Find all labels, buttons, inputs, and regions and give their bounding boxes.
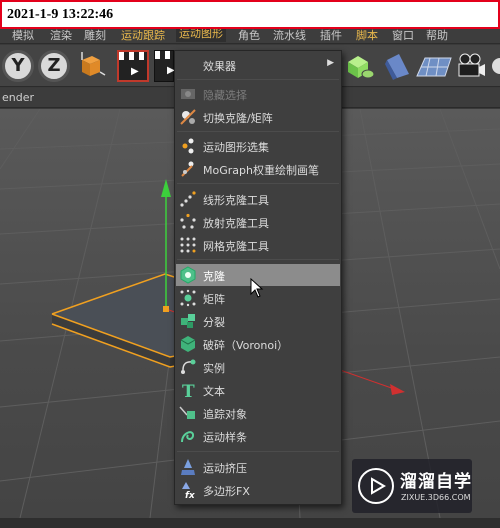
watermark-logo-icon (358, 468, 394, 504)
menu-item-label: 运动样条 (203, 431, 247, 444)
menu-separator (177, 183, 339, 184)
mouse-cursor-icon (250, 278, 264, 298)
menu-item-label: 追踪对象 (203, 408, 247, 421)
menu-item-instance[interactable]: 实例 (176, 356, 340, 378)
menu-plugins[interactable]: 插件 (320, 27, 342, 43)
cube-icon (348, 56, 375, 79)
render-picture-button[interactable] (154, 50, 175, 82)
menu-item-tracer[interactable]: 追踪对象 (176, 402, 340, 424)
timestamp-banner: 2021-1-9 13:22:46 (0, 0, 500, 29)
menu-separator (177, 79, 339, 80)
extrude-icon (179, 458, 197, 476)
menu-item-mospline[interactable]: 运动样条 (176, 425, 340, 447)
menu-item-fracture[interactable]: 分裂 (176, 310, 340, 332)
add-spline-button[interactable] (381, 50, 413, 82)
timeline-strip[interactable] (0, 518, 500, 528)
menu-window[interactable]: 窗口 (392, 27, 414, 43)
add-floor-button[interactable] (415, 50, 453, 82)
menu-item-label: 网格克隆工具 (203, 240, 269, 253)
add-light-button[interactable] (490, 50, 500, 82)
menu-item-label: 克隆 (203, 270, 225, 283)
menu-simulate[interactable]: 模拟 (12, 27, 34, 43)
menu-script[interactable]: 脚本 (356, 27, 378, 43)
watermark: 溜溜自学 ZIXUE.3D66.COM (352, 459, 472, 513)
matrix-icon (179, 289, 197, 307)
polyfx-icon: fx (179, 481, 197, 501)
weight-brush-icon (179, 160, 197, 178)
add-object-button[interactable] (344, 50, 376, 82)
voronoi-icon (179, 335, 197, 353)
menu-separator (177, 259, 339, 260)
menu-separator (177, 131, 339, 132)
z-axis-lock-button[interactable]: Z (38, 50, 70, 82)
y-axis-lock-button[interactable]: Y (2, 50, 34, 82)
menu-item-polyfx[interactable]: fx 多边形FX (176, 479, 340, 501)
menu-item-radial-clone-tool[interactable]: 放射克隆工具 (176, 211, 340, 233)
svg-text:T: T (182, 382, 195, 399)
svg-text:fx: fx (185, 491, 196, 499)
viewport-renderer-label[interactable]: ender (2, 91, 34, 104)
menu-item-toggle-clone-matrix[interactable]: 切换克隆/矩阵 (176, 106, 340, 128)
floor-grid-icon (416, 57, 452, 77)
menu-item-voronoi-fracture[interactable]: 破碎（Voronoi） (176, 333, 340, 355)
submenu-arrow-icon: ▶ (327, 58, 334, 68)
text-icon: T (179, 381, 197, 402)
menu-item-label: 文本 (203, 385, 225, 398)
grid-clone-icon (179, 236, 197, 254)
x-axis-arrow-icon (390, 384, 405, 395)
object-pivot[interactable] (163, 306, 169, 312)
menu-item-label: 分裂 (203, 316, 225, 329)
fracture-icon (179, 312, 197, 330)
menu-item-label: 运动图形选集 (203, 141, 269, 154)
cloner-icon (179, 266, 197, 284)
y-axis-arrow-icon (161, 179, 171, 197)
mograph-selection-icon (179, 137, 197, 155)
menu-item-effectors[interactable]: 效果器 ▶ (176, 54, 340, 76)
menu-item-weight-paint-brush[interactable]: MoGraph权重绘制画笔 (176, 158, 340, 180)
pen-icon (385, 54, 409, 80)
menu-sculpt[interactable]: 雕刻 (84, 27, 106, 43)
menu-item-label: 破碎（Voronoi） (203, 339, 289, 352)
menu-item-linear-clone-tool[interactable]: 线形克隆工具 (176, 188, 340, 210)
timestamp-text: 2021-1-9 13:22:46 (7, 7, 114, 22)
instance-icon (179, 358, 197, 376)
menu-item-label: 实例 (203, 362, 225, 375)
menu-item-label: 隐藏选择 (203, 89, 247, 102)
menu-pipeline[interactable]: 流水线 (273, 27, 306, 43)
hide-selection-icon (179, 85, 197, 103)
menu-render[interactable]: 渲染 (50, 27, 72, 43)
watermark-title: 溜溜自学 (400, 472, 472, 492)
menu-item-label: 线形克隆工具 (203, 194, 269, 207)
menu-item-label: MoGraph权重绘制画笔 (203, 164, 319, 177)
tracer-icon (179, 404, 197, 422)
menu-separator (177, 451, 339, 452)
menu-item-label: 矩阵 (203, 293, 225, 306)
mospline-icon (179, 427, 197, 445)
menu-item-grid-clone-tool[interactable]: 网格克隆工具 (176, 234, 340, 256)
menu-item-moextrude[interactable]: 运动挤压 (176, 456, 340, 478)
menu-item-label: 效果器 (203, 60, 236, 73)
radial-clone-icon (179, 213, 197, 231)
menu-item-label: 多边形FX (203, 485, 250, 498)
menu-character[interactable]: 角色 (238, 27, 260, 43)
menu-item-label: 放射克隆工具 (203, 217, 269, 230)
render-view-button[interactable] (117, 50, 149, 82)
menu-item-label: 切换克隆/矩阵 (203, 112, 273, 125)
toggle-clone-icon (179, 108, 197, 126)
linear-clone-icon (179, 190, 197, 208)
cube-axis-icon (81, 52, 106, 76)
light-icon (492, 58, 500, 74)
watermark-url: ZIXUE.3D66.COM (401, 493, 471, 502)
add-camera-button[interactable] (455, 50, 487, 82)
menu-item-label: 运动挤压 (203, 462, 247, 475)
menu-item-hide-selection: 隐藏选择 (176, 83, 340, 105)
menu-motion-tracking[interactable]: 运动跟踪 (121, 27, 165, 43)
camera-icon (458, 53, 485, 77)
coordinate-system-button[interactable] (74, 50, 106, 82)
menu-item-mograph-selection[interactable]: 运动图形选集 (176, 135, 340, 157)
menu-item-text[interactable]: T 文本 (176, 379, 340, 402)
menu-help[interactable]: 帮助 (426, 27, 448, 43)
